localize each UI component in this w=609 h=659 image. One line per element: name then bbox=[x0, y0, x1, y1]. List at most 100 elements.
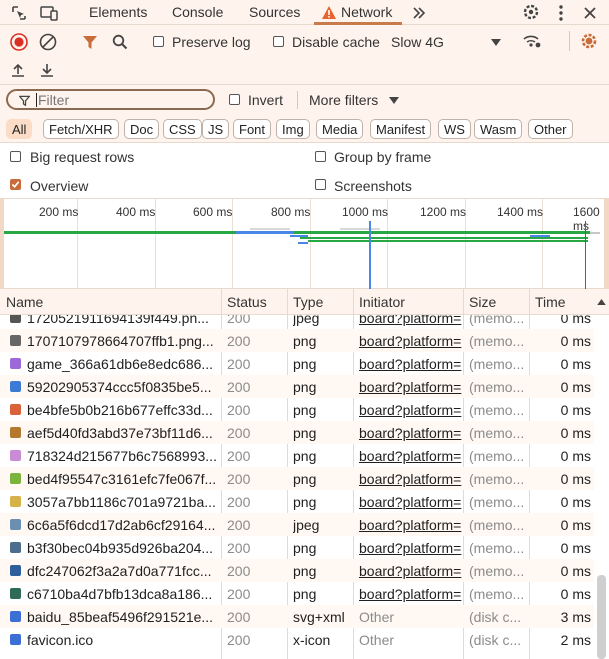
table-row[interactable]: b3f30bec04b935d926ba204... 200 png board?pl… bbox=[0, 536, 594, 559]
request-initiator[interactable]: board?platform= bbox=[359, 402, 463, 418]
request-size: (memo... bbox=[469, 402, 525, 418]
table-row[interactable]: be4bfe5b0b216b677effc33d... 200 png board?p… bbox=[0, 398, 594, 421]
devtools-tabbar: Elements Console Sources Network bbox=[0, 0, 609, 25]
table-row[interactable]: bed4f95547c3161efc7fe067f... 200 png board?… bbox=[0, 467, 594, 490]
request-type: svg+xml bbox=[293, 609, 345, 625]
column-header-name[interactable]: Name bbox=[6, 294, 43, 310]
type-filter-css[interactable]: CSS bbox=[163, 119, 202, 139]
more-tabs-icon[interactable] bbox=[411, 4, 427, 22]
request-initiator[interactable]: board?platform= bbox=[359, 517, 463, 533]
network-settings-icon[interactable] bbox=[580, 32, 598, 50]
tab-elements[interactable]: Elements bbox=[89, 4, 147, 20]
more-filters-button[interactable]: More filters bbox=[309, 92, 378, 108]
overview-checkbox[interactable] bbox=[10, 179, 21, 190]
request-size: (memo... bbox=[469, 356, 525, 372]
resource-thumbnail-icon bbox=[10, 450, 21, 461]
screenshots-checkbox[interactable] bbox=[315, 179, 326, 190]
timeline-left-handle[interactable] bbox=[0, 199, 4, 289]
column-header-initiator[interactable]: Initiator bbox=[359, 294, 405, 310]
request-time: 0 ms bbox=[560, 315, 591, 326]
resource-thumbnail-icon bbox=[10, 588, 21, 599]
type-filter-other[interactable]: Other bbox=[528, 119, 573, 139]
type-filter-img[interactable]: Img bbox=[276, 119, 310, 139]
type-filter-fetch-xhr[interactable]: Fetch/XHR bbox=[43, 119, 119, 139]
sort-ascending-icon[interactable] bbox=[596, 298, 606, 306]
table-row[interactable]: 1720521911694139f449.pn... 200 jpeg board?p… bbox=[0, 315, 594, 329]
request-time: 0 ms bbox=[560, 540, 591, 556]
more-filters-arrow-icon[interactable] bbox=[389, 96, 399, 104]
request-initiator[interactable]: board?platform= bbox=[359, 540, 463, 556]
request-name: be4bfe5b0b216b677effc33d... bbox=[27, 402, 213, 418]
type-filter-doc[interactable]: Doc bbox=[124, 119, 160, 139]
request-initiator[interactable]: board?platform= bbox=[359, 356, 463, 372]
filter-icon[interactable] bbox=[81, 33, 99, 51]
table-row[interactable]: 718324d215677b6c7568993... 200 png board?pl… bbox=[0, 444, 594, 467]
tab-console[interactable]: Console bbox=[172, 4, 223, 20]
preserve-log-checkbox[interactable] bbox=[153, 36, 164, 47]
request-size: (memo... bbox=[469, 586, 525, 602]
tab-sources[interactable]: Sources bbox=[249, 4, 300, 20]
record-icon[interactable] bbox=[10, 33, 28, 51]
settings-icon[interactable] bbox=[522, 3, 540, 21]
column-header-size[interactable]: Size bbox=[469, 294, 496, 310]
request-initiator[interactable]: board?platform= bbox=[359, 563, 463, 579]
table-row[interactable]: c6710ba4d7bfb13dca8a186... 200 png board?pl… bbox=[0, 582, 594, 605]
clear-icon[interactable] bbox=[39, 33, 57, 51]
table-row[interactable]: dfc247062f3a2a7d0a771fcc... 200 png board?p… bbox=[0, 559, 594, 582]
big-request-rows-checkbox[interactable] bbox=[10, 151, 21, 162]
table-row[interactable]: 59202905374ccc5f0835be5... 200 png board?pl… bbox=[0, 375, 594, 398]
type-filter-manifest[interactable]: Manifest bbox=[370, 119, 432, 139]
table-row[interactable]: baidu_85beaf5496f291521e... 200 svg+xml Oth… bbox=[0, 605, 594, 628]
type-filter-ws[interactable]: WS bbox=[438, 119, 471, 139]
export-har-icon[interactable] bbox=[39, 62, 55, 78]
request-size: (memo... bbox=[469, 540, 525, 556]
request-initiator[interactable]: board?platform= bbox=[359, 333, 463, 349]
request-initiator[interactable]: board?platform= bbox=[359, 471, 463, 487]
request-initiator[interactable]: board?platform= bbox=[359, 425, 463, 441]
column-header-time[interactable]: Time bbox=[535, 294, 566, 310]
tab-network[interactable]: Network bbox=[341, 4, 392, 20]
table-row[interactable]: 6c6a5f6dcd17d2ab6cf29164... 200 jpeg board?… bbox=[0, 513, 594, 536]
network-conditions-icon[interactable] bbox=[522, 32, 542, 50]
throttling-select[interactable]: Slow 4G bbox=[391, 34, 444, 50]
request-initiator[interactable]: board?platform= bbox=[359, 379, 463, 395]
scrollbar-thumb[interactable] bbox=[597, 575, 606, 659]
request-initiator[interactable]: board?platform= bbox=[359, 586, 463, 602]
dropdown-arrow-icon[interactable] bbox=[491, 37, 501, 47]
column-header-type[interactable]: Type bbox=[293, 294, 323, 310]
requests-scrollbar[interactable] bbox=[594, 315, 609, 659]
request-initiator[interactable]: board?platform= bbox=[359, 315, 463, 326]
invert-checkbox[interactable] bbox=[229, 94, 240, 105]
type-filter-all[interactable]: All bbox=[6, 119, 33, 139]
kebab-menu-icon[interactable] bbox=[554, 4, 568, 22]
request-initiator[interactable]: board?platform= bbox=[359, 494, 463, 510]
request-name: baidu_85beaf5496f291521e... bbox=[27, 609, 214, 625]
request-size: (memo... bbox=[469, 517, 525, 533]
request-name: 718324d215677b6c7568993... bbox=[27, 448, 217, 464]
request-type: x-icon bbox=[293, 632, 331, 648]
request-initiator[interactable]: board?platform= bbox=[359, 448, 463, 464]
type-filter-js[interactable]: JS bbox=[202, 119, 230, 139]
table-row[interactable]: game_366a61db6e8edc686... 200 png board?pla… bbox=[0, 352, 594, 375]
request-time: 0 ms bbox=[560, 448, 591, 464]
table-row[interactable]: aef5d40fd3abd37e73bf11d6... 200 png board?p… bbox=[0, 421, 594, 444]
table-row[interactable]: 1707107978664707ffb1.png... 200 png board?p… bbox=[0, 329, 594, 352]
table-row[interactable]: favicon.ico 200 x-icon Other (disk c... 2 ms bbox=[0, 628, 594, 651]
table-row[interactable]: 3057a7bb1186c701a9721ba... 200 png board?pl… bbox=[0, 490, 594, 513]
device-toolbar-icon[interactable] bbox=[40, 4, 58, 22]
type-filter-font[interactable]: Font bbox=[233, 119, 272, 139]
import-har-icon[interactable] bbox=[10, 62, 26, 78]
disable-cache-checkbox[interactable] bbox=[273, 36, 284, 47]
resource-thumbnail-icon bbox=[10, 611, 21, 622]
timeline-overview[interactable]: 200 ms 400 ms 600 ms 800 ms 1000 ms 1200… bbox=[0, 199, 609, 289]
request-type: png bbox=[293, 448, 317, 464]
filter-input[interactable]: Filter bbox=[6, 89, 215, 110]
close-devtools-icon[interactable] bbox=[582, 4, 598, 22]
search-icon[interactable] bbox=[111, 33, 129, 51]
type-filter-media[interactable]: Media bbox=[316, 119, 364, 139]
type-filter-wasm[interactable]: Wasm bbox=[474, 119, 523, 139]
group-by-frame-checkbox[interactable] bbox=[315, 151, 326, 162]
resource-thumbnail-icon bbox=[10, 315, 21, 323]
inspect-element-icon[interactable] bbox=[10, 4, 28, 22]
column-header-status[interactable]: Status bbox=[227, 294, 267, 310]
